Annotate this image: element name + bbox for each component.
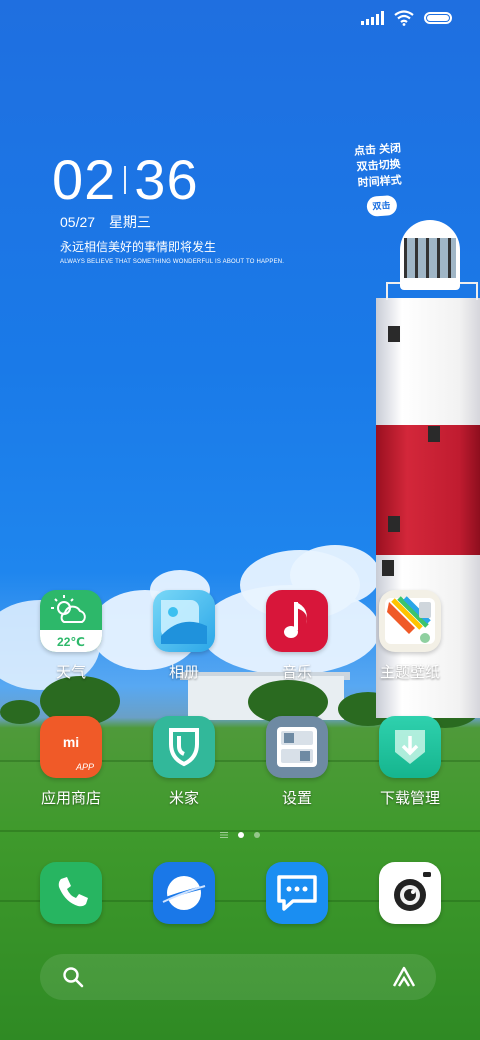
app-label: 相册 bbox=[168, 664, 199, 681]
app-label: 米家 bbox=[168, 790, 199, 807]
search-icon[interactable] bbox=[62, 966, 84, 988]
dock-messages[interactable] bbox=[252, 862, 342, 924]
wifi-icon bbox=[394, 10, 414, 26]
clock-date: 05/27 bbox=[60, 214, 96, 230]
phone-icon bbox=[40, 862, 102, 924]
quote-chinese: 永远相信美好的事情即将发生 bbox=[60, 240, 217, 254]
camera-icon bbox=[379, 862, 441, 924]
home-screen: 02 36 05/27 星期三 永远相信美好的事情即将发生 ALWAYS BEL… bbox=[0, 0, 480, 1040]
signal-bars-icon bbox=[361, 11, 384, 25]
assistant-icon[interactable] bbox=[392, 966, 416, 988]
app-label: 音乐 bbox=[281, 664, 312, 681]
dock-phone[interactable] bbox=[26, 862, 116, 924]
page-dot-2 bbox=[254, 832, 260, 838]
clock-weekday: 星期三 bbox=[108, 214, 151, 230]
dock-camera[interactable] bbox=[365, 862, 455, 924]
app-label: 天气 bbox=[55, 664, 86, 681]
app-mijia[interactable]: 米家 bbox=[139, 716, 229, 808]
page-dot-1 bbox=[238, 832, 244, 838]
browser-icon bbox=[153, 862, 215, 924]
clock-separator bbox=[124, 166, 127, 194]
themes-icon bbox=[379, 590, 441, 652]
settings-icon bbox=[266, 716, 328, 778]
page-indicator[interactable] bbox=[0, 832, 480, 838]
clock-hours: 02 bbox=[52, 148, 117, 211]
app-themes[interactable]: 主题壁纸 bbox=[365, 590, 455, 682]
dock-browser[interactable] bbox=[139, 862, 229, 924]
hint-bubble: 双击 bbox=[365, 194, 398, 217]
app-downloads[interactable]: 下载管理 bbox=[365, 716, 455, 808]
app-label: 应用商店 bbox=[40, 790, 101, 807]
app-store[interactable]: mi APP 应用商店 bbox=[26, 716, 116, 808]
gallery-icon bbox=[153, 590, 215, 652]
app-store-badge: APP bbox=[75, 762, 94, 772]
weather-temperature: 22℃ bbox=[57, 635, 85, 649]
battery-icon bbox=[424, 12, 452, 24]
messages-icon bbox=[266, 862, 328, 924]
quote-english: ALWAYS BELIEVE THAT SOMETHING WONDERFUL … bbox=[60, 259, 285, 265]
clock-widget[interactable]: 02 36 05/27 星期三 永远相信美好的事情即将发生 ALWAYS BEL… bbox=[52, 150, 285, 266]
clock-style-hint[interactable]: 点击 关闭 双击切换 时间样式 双击 bbox=[353, 140, 405, 217]
downloads-icon bbox=[379, 716, 441, 778]
app-label: 下载管理 bbox=[379, 790, 440, 807]
app-settings[interactable]: 设置 bbox=[252, 716, 342, 808]
music-icon bbox=[266, 590, 328, 652]
app-music[interactable]: 音乐 bbox=[252, 590, 342, 682]
clock-time: 02 36 bbox=[52, 150, 284, 210]
hint-line-3: 时间样式 bbox=[357, 174, 403, 190]
app-label: 设置 bbox=[281, 790, 312, 807]
app-label: 主题壁纸 bbox=[379, 664, 440, 681]
mijia-icon bbox=[153, 716, 215, 778]
app-gallery[interactable]: 相册 bbox=[139, 590, 229, 682]
clock-date-row: 05/27 星期三 bbox=[60, 212, 284, 232]
search-bar[interactable] bbox=[40, 954, 436, 1000]
app-store-logo: mi bbox=[62, 734, 80, 750]
clock-minutes: 36 bbox=[134, 148, 199, 211]
app-store-icon: mi APP bbox=[40, 716, 102, 778]
status-bar bbox=[361, 10, 452, 26]
page-indicator-minus-one bbox=[220, 832, 228, 838]
weather-icon: 22℃ bbox=[40, 590, 102, 652]
app-weather[interactable]: 22℃ 天气 bbox=[26, 590, 116, 682]
